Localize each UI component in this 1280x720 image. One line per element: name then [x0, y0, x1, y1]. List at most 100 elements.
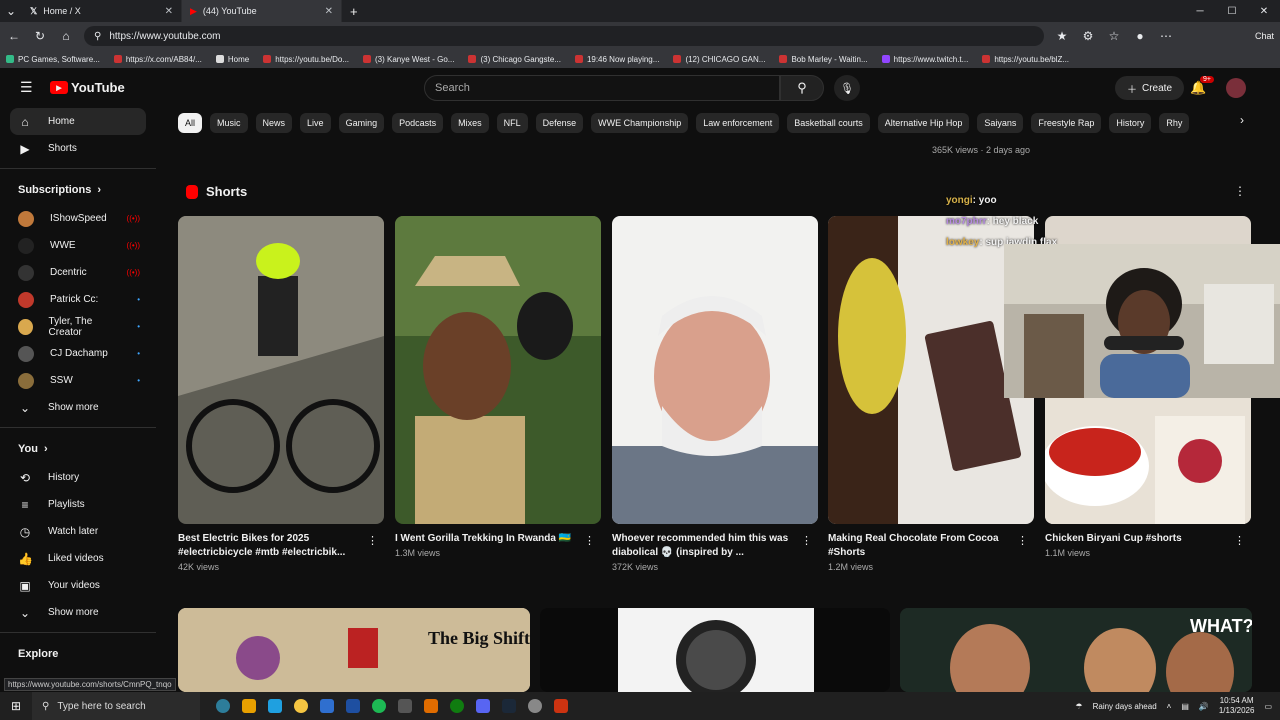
subscription-item[interactable]: Dcentric ((•))	[0, 259, 156, 286]
tab-youtube[interactable]: ▶ (44) YouTube ✕	[182, 0, 342, 22]
short-thumbnail[interactable]	[178, 216, 384, 524]
video-thumbnail[interactable]	[540, 608, 890, 692]
sidebar-item-liked-videos[interactable]: 👍 Liked videos	[0, 545, 156, 572]
filter-chip[interactable]: Freestyle Rap	[1031, 113, 1102, 133]
sidebar-item-history[interactable]: ⟲ History	[0, 464, 156, 491]
copilot-chat-button[interactable]: Chat	[1255, 31, 1274, 41]
maximize-icon[interactable]: ☐	[1216, 0, 1248, 22]
bookmark-item[interactable]: (12) CHICAGO GAN...	[673, 55, 765, 64]
create-button[interactable]: ＋ Create	[1115, 76, 1185, 100]
sidebar-item-your-videos[interactable]: ▣ Your videos	[0, 572, 156, 599]
filter-chip[interactable]: Rhy	[1159, 113, 1190, 133]
filter-chip[interactable]: Law enforcement	[696, 113, 780, 133]
more-options-icon[interactable]: ⋮	[1234, 534, 1245, 547]
filter-chip[interactable]: All	[178, 113, 203, 133]
new-tab-button[interactable]: +	[350, 4, 358, 19]
chevron-right-icon[interactable]: ›	[1240, 113, 1244, 127]
tab-search-icon[interactable]: ⌄	[0, 4, 22, 18]
short-title[interactable]: I Went Gorilla Trekking In Rwanda 🇷🇼	[395, 532, 601, 546]
filter-chip[interactable]: Saiyans	[977, 113, 1024, 133]
tray-chevron-icon[interactable]: ˄	[1167, 702, 1172, 711]
short-card[interactable]: Whoever recommended him this was diaboli…	[612, 216, 818, 572]
bookmark-item[interactable]: https://www.twitch.t...	[881, 55, 968, 64]
more-options-icon[interactable]: ⋮	[801, 534, 812, 547]
close-icon[interactable]: ✕	[165, 6, 173, 17]
bookmark-item[interactable]: Bob Marley - Waitin...	[779, 55, 868, 64]
clock[interactable]: 10:54 AM 1/13/2026	[1219, 696, 1255, 716]
network-icon[interactable]: ▤	[1181, 702, 1189, 711]
filter-chip[interactable]: News	[255, 113, 293, 133]
taskbar-app-icon[interactable]	[346, 699, 360, 713]
bookmark-item[interactable]: https://x.com/AB84/...	[113, 55, 202, 64]
taskbar-app-icon[interactable]	[372, 699, 386, 713]
bookmark-item[interactable]: (3) Kanye West - Go...	[363, 55, 454, 64]
taskbar-app-icon[interactable]	[502, 699, 516, 713]
favorites-icon[interactable]: ☆	[1106, 29, 1122, 43]
extensions-icon[interactable]: ⚙	[1080, 29, 1096, 43]
subscription-item[interactable]: WWE ((•))	[0, 232, 156, 259]
bookmark-item[interactable]: Home	[215, 55, 249, 64]
video-thumbnail[interactable]: WHAT?	[900, 608, 1252, 692]
filter-chip[interactable]: History	[1109, 113, 1152, 133]
reload-icon[interactable]: ↻	[32, 29, 48, 43]
bookmark-item[interactable]: (3) Chicago Gangste...	[468, 55, 561, 64]
short-thumbnail[interactable]	[612, 216, 818, 524]
sidebar-item-home[interactable]: ⌂ Home	[10, 108, 146, 135]
taskbar-app-icon[interactable]	[424, 699, 438, 713]
filter-chip[interactable]: Mixes	[451, 113, 489, 133]
filter-chip[interactable]: Alternative Hip Hop	[877, 113, 970, 133]
home-icon[interactable]: ⌂	[58, 29, 74, 43]
taskbar-app-icon[interactable]	[294, 699, 308, 713]
bookmark-item[interactable]: 19:46 Now playing...	[574, 55, 659, 64]
taskbar-app-icon[interactable]	[528, 699, 542, 713]
profile-icon[interactable]: ●	[1132, 29, 1148, 43]
filter-chip[interactable]: Gaming	[338, 113, 385, 133]
video-thumbnail[interactable]: The Big Shift	[178, 608, 530, 692]
show-more-button[interactable]: ⌄ Show more	[0, 394, 156, 421]
more-options-icon[interactable]: ⋮	[1234, 184, 1246, 198]
short-title[interactable]: Best Electric Bikes for 2025 #electricbi…	[178, 532, 384, 560]
subscription-item[interactable]: Patrick Cc: •	[0, 286, 156, 313]
subscriptions-heading[interactable]: Subscriptions ›	[0, 175, 156, 205]
bookmark-item[interactable]: https://youtu.be/Do...	[263, 55, 349, 64]
taskbar-app-icon[interactable]	[320, 699, 334, 713]
taskbar-search-input[interactable]: ⚲ Type here to search	[32, 692, 200, 720]
subscription-item[interactable]: IShowSpeed ((•))	[0, 205, 156, 232]
voice-search-button[interactable]: 🎙	[834, 75, 860, 101]
more-options-icon[interactable]: ⋮	[367, 534, 378, 547]
filter-chip[interactable]: WWE Championship	[591, 113, 689, 133]
taskbar-app-icon[interactable]	[450, 699, 464, 713]
filter-chip[interactable]: Podcasts	[392, 113, 444, 133]
sidebar-item-watch-later[interactable]: ◷ Watch later	[0, 518, 156, 545]
taskbar-app-icon[interactable]	[554, 699, 568, 713]
subscription-item[interactable]: Tyler, The Creator •	[0, 313, 156, 340]
url-field[interactable]: ⚲ https://www.youtube.com	[84, 26, 1044, 46]
bookmark-item[interactable]: PC Games, Software...	[6, 55, 100, 64]
close-icon[interactable]: ✕	[325, 6, 333, 17]
site-info-icon[interactable]: ⚲	[94, 31, 101, 42]
close-window-icon[interactable]: ✕	[1248, 0, 1280, 22]
short-card[interactable]: I Went Gorilla Trekking In Rwanda 🇷🇼 1.3M…	[395, 216, 601, 558]
taskbar-app-icon[interactable]	[476, 699, 490, 713]
sidebar-item-show-more[interactable]: ⌄ Show more	[0, 599, 156, 626]
bookmark-item[interactable]: https://youtu.be/blZ...	[982, 55, 1069, 64]
weather-text[interactable]: Rainy days ahead	[1093, 702, 1157, 711]
short-title[interactable]: Chicken Biryani Cup #shorts	[1045, 532, 1251, 546]
menu-icon[interactable]: ⋯	[1158, 29, 1174, 43]
taskbar-app-icon[interactable]	[242, 699, 256, 713]
minimize-icon[interactable]: ─	[1184, 0, 1216, 22]
tab-home-x[interactable]: 𝕏 Home / X ✕	[22, 0, 182, 22]
back-icon[interactable]: ←	[6, 29, 22, 43]
filter-chip[interactable]: Defense	[535, 113, 584, 133]
filter-chip[interactable]: Live	[300, 113, 331, 133]
short-card[interactable]: Best Electric Bikes for 2025 #electricbi…	[178, 216, 384, 572]
more-options-icon[interactable]: ⋮	[584, 534, 595, 547]
filter-chip[interactable]: NFL	[496, 113, 528, 133]
youtube-logo[interactable]: ▶ YouTube	[50, 80, 125, 95]
more-options-icon[interactable]: ⋮	[1017, 534, 1028, 547]
star-icon[interactable]: ★	[1054, 29, 1070, 43]
windows-start-icon[interactable]: ⊞	[0, 699, 32, 713]
search-button[interactable]: ⚲	[780, 75, 824, 101]
taskbar-app-icon[interactable]	[216, 699, 230, 713]
sidebar-item-playlists[interactable]: ≡ Playlists	[0, 491, 156, 518]
